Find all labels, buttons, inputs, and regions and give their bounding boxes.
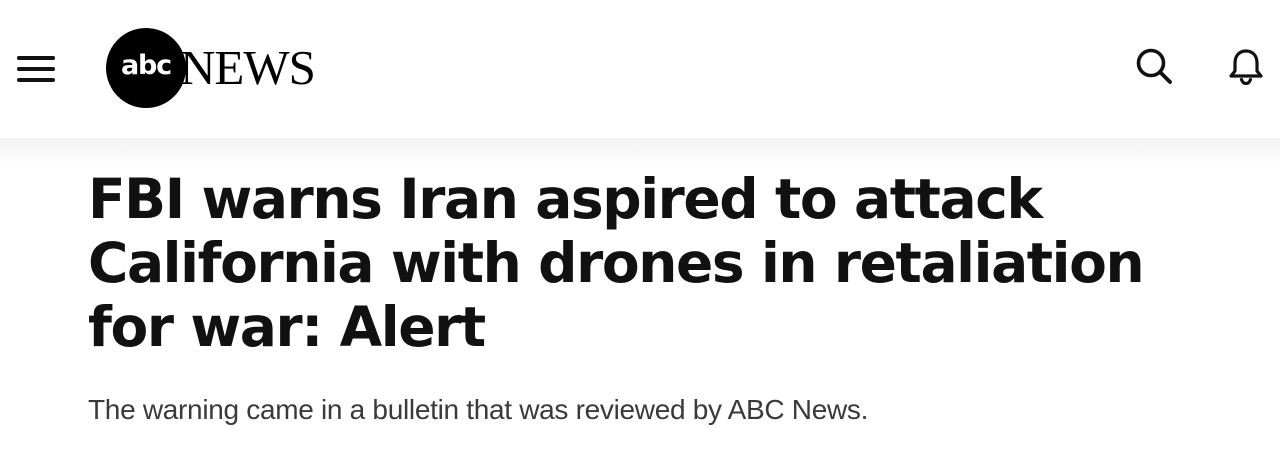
bell-icon bbox=[1229, 49, 1263, 86]
abc-logo-circle: abc bbox=[106, 28, 186, 108]
article-subheadline: The warning came in a bulletin that was … bbox=[88, 394, 869, 425]
site-header: abc NEWS bbox=[0, 0, 1280, 138]
notifications-button[interactable] bbox=[1224, 44, 1268, 88]
menu-button[interactable] bbox=[14, 48, 60, 88]
search-icon bbox=[1136, 48, 1172, 84]
menu-bar-bottom bbox=[17, 78, 55, 82]
abc-logo-mark-text: abc bbox=[121, 50, 172, 81]
menu-bar-top bbox=[17, 56, 55, 60]
news-wordmark: NEWS bbox=[180, 40, 316, 95]
article-headline: FBI warns Iran aspired to attack Califor… bbox=[88, 167, 1145, 359]
page: abc NEWS FBI warns Iran aspired to attac… bbox=[0, 0, 1280, 461]
menu-bar-middle bbox=[17, 67, 55, 71]
header-divider-shadow bbox=[0, 138, 1280, 166]
search-button[interactable] bbox=[1132, 44, 1176, 88]
abc-news-logo[interactable]: abc NEWS bbox=[106, 28, 346, 108]
